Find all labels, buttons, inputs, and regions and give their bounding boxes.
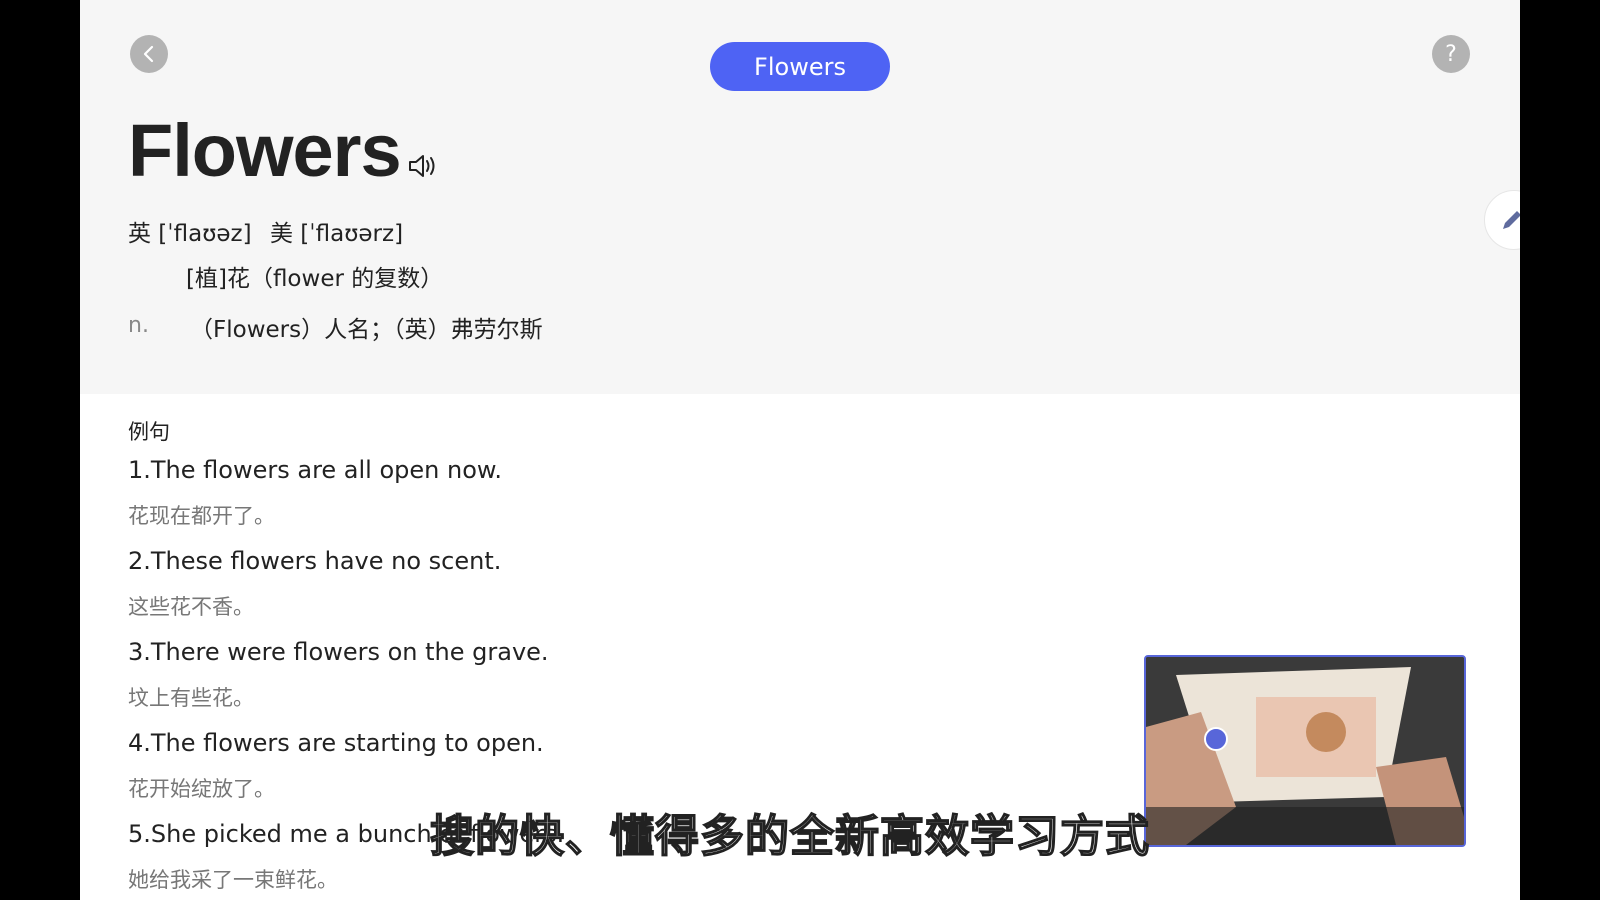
word-header-panel: Flowers ? Flowers 英 [ˈflaʊəz] 美 [ˈflaʊər…: [80, 0, 1520, 394]
video-subtitle: 搜的快、懂得多的全新高效学习方式: [429, 810, 1150, 863]
phonetic-us[interactable]: 美 [ˈflaʊərz]: [270, 214, 403, 248]
part-of-speech: n.: [128, 313, 149, 338]
example-zh-5: 她给我采了一束鲜花。: [128, 868, 338, 892]
example-zh-4: 花开始绽放了。: [128, 777, 275, 801]
example-en-3: 3.There were flowers on the grave.: [128, 638, 549, 666]
camera-preview-image: [1146, 657, 1464, 845]
example-en-1: 1.The flowers are all open now.: [128, 456, 502, 484]
back-button[interactable]: [130, 35, 168, 73]
camera-preview[interactable]: [1144, 655, 1466, 847]
example-zh-2: 这些花不香。: [128, 595, 254, 619]
examples-heading: 例句: [128, 420, 170, 444]
word-tab-pill[interactable]: Flowers: [710, 42, 890, 91]
dictionary-screen: Flowers ? Flowers 英 [ˈflaʊəz] 美 [ˈflaʊər…: [80, 0, 1520, 900]
chevron-left-icon: [143, 45, 154, 63]
example-zh-3: 坟上有些花。: [128, 686, 254, 710]
edit-button[interactable]: [1484, 190, 1520, 250]
example-zh-1: 花现在都开了。: [128, 504, 275, 528]
phonetic-uk[interactable]: 英 [ˈflaʊəz]: [128, 214, 252, 248]
definition-name: （Flowers）人名；（英）弗劳尔斯: [190, 317, 543, 343]
example-en-4: 4.The flowers are starting to open.: [128, 729, 544, 757]
headword: Flowers: [128, 109, 402, 192]
speaker-icon[interactable]: [406, 150, 438, 182]
help-button[interactable]: ?: [1432, 35, 1470, 73]
definition-botany: [植]花（flower 的复数）: [186, 266, 444, 292]
question-icon: ?: [1445, 41, 1457, 67]
example-en-2: 2.These flowers have no scent.: [128, 547, 502, 575]
pencil-icon: [1503, 211, 1520, 229]
